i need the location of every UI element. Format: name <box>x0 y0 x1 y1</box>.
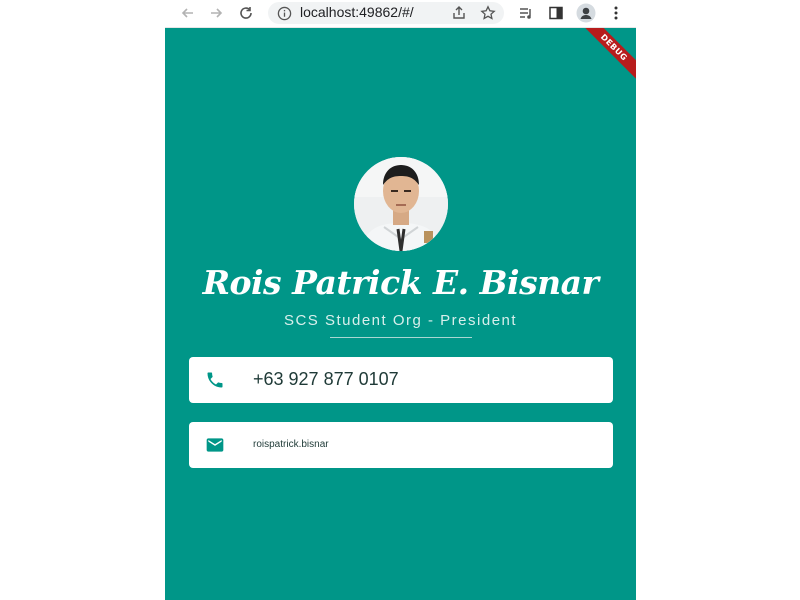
profile-name: Rois Patrick E. Bisnar <box>202 263 599 302</box>
share-icon[interactable] <box>449 3 469 23</box>
email-address: roispatrick.bisnar <box>253 439 329 450</box>
app-viewport: DEBUG Rois Patrick E. Bisnar SCS Student… <box>165 28 636 600</box>
site-info-icon[interactable] <box>274 3 294 23</box>
bookmark-star-icon[interactable] <box>478 3 498 23</box>
media-queue-icon[interactable] <box>516 3 536 23</box>
profile-icon[interactable] <box>576 3 596 23</box>
more-menu-icon[interactable] <box>606 3 626 23</box>
divider <box>330 337 472 338</box>
phone-card[interactable]: +63 927 877 0107 <box>189 357 613 403</box>
side-panel-icon[interactable] <box>546 3 566 23</box>
debug-banner: DEBUG <box>577 28 636 84</box>
back-icon[interactable] <box>178 3 198 23</box>
url-text[interactable]: localhost:49862/#/ <box>300 4 414 20</box>
phone-number: +63 927 877 0107 <box>253 369 399 389</box>
reload-icon[interactable] <box>236 3 256 23</box>
profile-title: SCS Student Org - President <box>283 312 518 329</box>
email-icon <box>205 435 225 455</box>
forward-icon[interactable] <box>206 3 226 23</box>
phone-icon <box>205 370 225 390</box>
email-card[interactable]: roispatrick.bisnar <box>189 422 613 468</box>
avatar <box>354 157 448 251</box>
